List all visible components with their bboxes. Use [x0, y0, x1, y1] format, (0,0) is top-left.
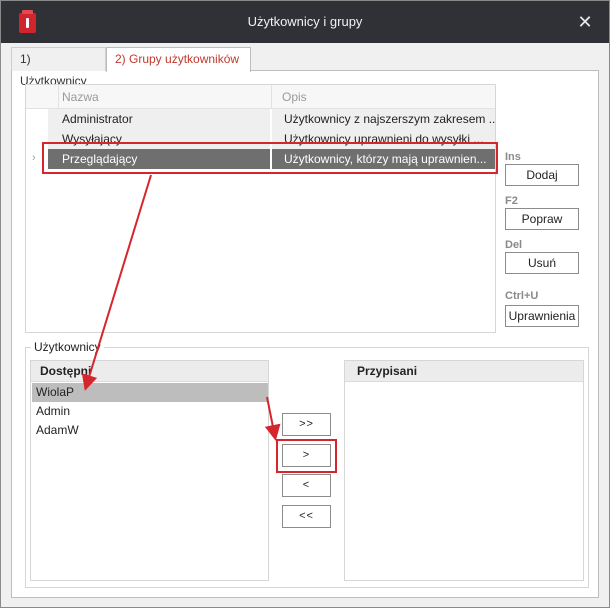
list-item[interactable]: Admin: [32, 402, 268, 421]
unassign-all-button[interactable]: <<: [282, 505, 331, 528]
group-description-cell: Użytkownicy z najszerszym zakresem ...: [272, 109, 495, 129]
unassign-button[interactable]: <: [282, 474, 331, 497]
list-item[interactable]: AdamW: [32, 421, 268, 440]
tab-user-groups[interactable]: 2) Grupy użytkowników: [106, 47, 251, 72]
annotation-highlight-button: [276, 439, 337, 473]
assigned-users-header: Przypisani: [345, 361, 583, 382]
users-group-label: Użytkownicy: [31, 340, 104, 354]
shortcut-ctrl-u: Ctrl+U: [505, 290, 539, 302]
groups-grid: Nazwa Opis Administrator Użytkownicy z n…: [25, 84, 496, 333]
title-bar: Użytkownicy i grupy ✕: [1, 1, 609, 43]
column-header-description[interactable]: Opis: [271, 85, 495, 109]
permissions-button[interactable]: Uprawnienia: [505, 305, 579, 327]
delete-button[interactable]: Usuń: [505, 252, 579, 274]
available-users-header: Dostępni: [31, 361, 268, 382]
table-row[interactable]: Administrator Użytkownicy z najszerszym …: [26, 109, 495, 129]
assigned-users-list: Przypisani: [344, 360, 584, 581]
close-icon[interactable]: ✕: [561, 1, 609, 43]
dialog-window: Użytkownicy i grupy ✕ 1) Użytkownicy 2) …: [0, 0, 610, 608]
group-name-cell: Administrator: [48, 109, 271, 129]
assign-all-button[interactable]: >>: [282, 413, 331, 436]
row-pointer-icon: ›: [32, 152, 36, 164]
shortcut-f2: F2: [505, 195, 518, 207]
shortcut-del: Del: [505, 239, 523, 251]
shortcut-ins: Ins: [505, 151, 521, 163]
column-header-name[interactable]: Nazwa: [58, 85, 268, 109]
available-users-list: Dostępni WiolaP Admin AdamW: [30, 360, 269, 581]
annotation-highlight-row: [42, 142, 498, 174]
list-item-selected[interactable]: WiolaP: [32, 383, 268, 402]
add-button[interactable]: Dodaj: [505, 164, 579, 186]
window-title: Użytkownicy i grupy: [247, 14, 363, 29]
edit-button[interactable]: Popraw: [505, 208, 579, 230]
tab-users[interactable]: 1) Użytkownicy: [11, 47, 106, 88]
grid-header: Nazwa Opis: [26, 85, 495, 109]
